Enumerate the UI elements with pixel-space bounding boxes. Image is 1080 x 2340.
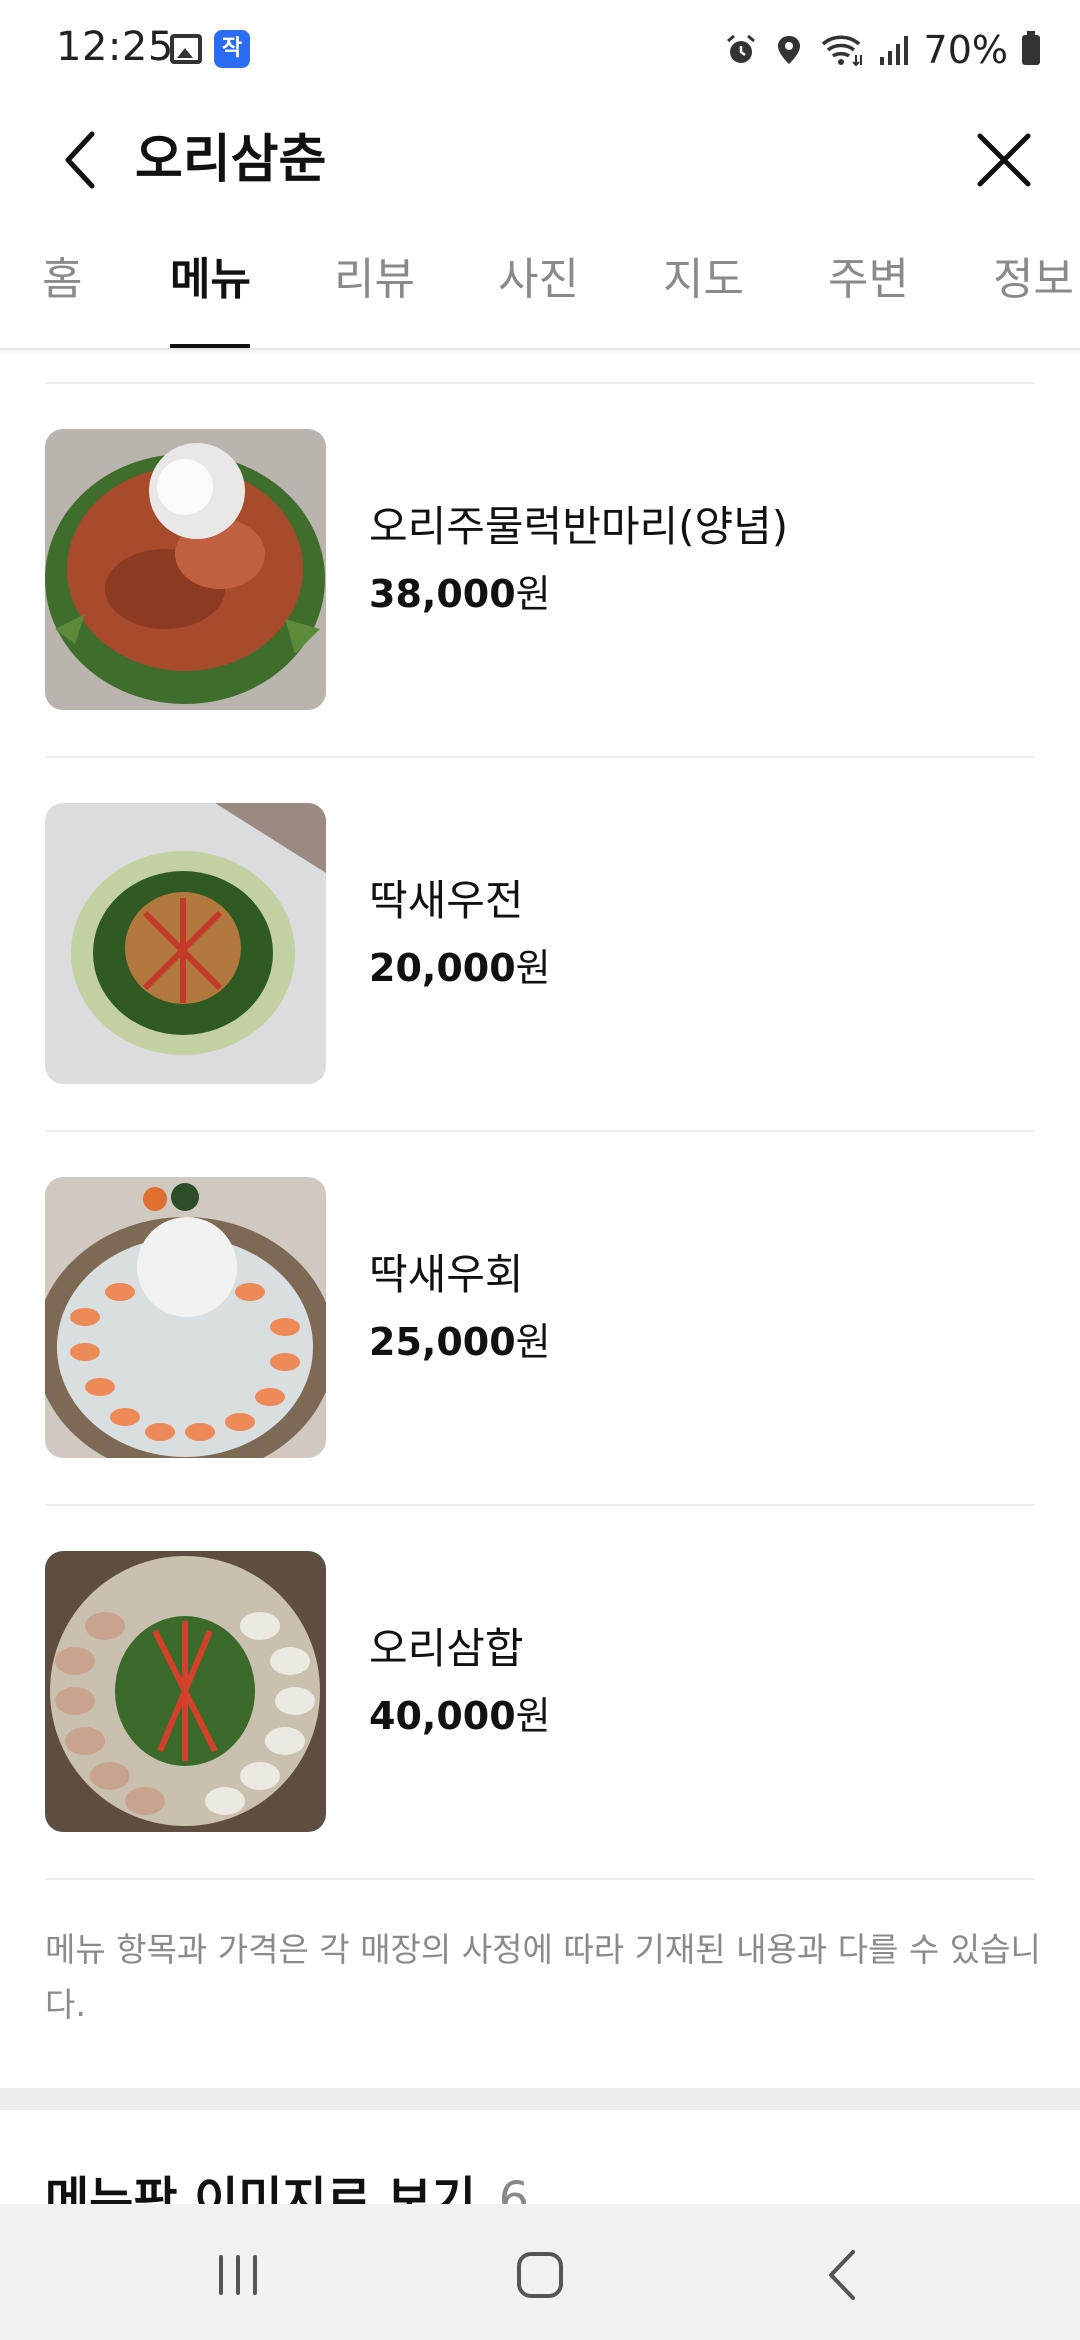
- recent-apps-icon: [219, 2255, 257, 2295]
- section-divider: [0, 2088, 1080, 2110]
- menu-item[interactable]: 딱새우전 20,000원: [45, 758, 1035, 1132]
- app-header: 오리삼춘: [0, 100, 1080, 220]
- close-button[interactable]: [964, 115, 1044, 205]
- close-icon: [977, 133, 1031, 187]
- battery-icon: [1022, 31, 1040, 65]
- recent-apps-button[interactable]: [193, 2240, 283, 2310]
- menu-item-price: 38,000원: [369, 572, 551, 616]
- gallery-icon: [170, 34, 202, 64]
- home-button[interactable]: [495, 2240, 585, 2310]
- home-icon: [517, 2252, 563, 2298]
- nav-back-button[interactable]: [798, 2240, 888, 2310]
- status-icons: 70%: [724, 24, 1040, 76]
- status-time: 12:25: [56, 24, 174, 70]
- menu-photo: [45, 803, 326, 1084]
- menu-photo: [45, 1177, 326, 1458]
- tab-map[interactable]: 지도: [663, 250, 744, 310]
- back-icon: [829, 2250, 855, 2300]
- battery-percent: 70%: [923, 28, 1008, 72]
- chevron-left-icon: [65, 131, 95, 189]
- tab-home[interactable]: 홈: [42, 250, 82, 310]
- menu-item-price: 40,000원: [369, 1694, 551, 1738]
- system-nav-bar: [0, 2204, 1080, 2340]
- tab-bar: 홈 메뉴 리뷰 사진 지도 주변 정보: [0, 230, 1080, 350]
- menu-photo: [45, 1551, 326, 1832]
- tab-photo[interactable]: 사진: [498, 250, 579, 310]
- menu-item[interactable]: 오리주물럭반마리(양념) 38,000원: [45, 384, 1035, 758]
- menu-item-price: 25,000원: [369, 1320, 551, 1364]
- menu-notice: 메뉴 항목과 가격은 각 매장의 사정에 따라 기재된 내용과 다를 수 있습니…: [45, 1930, 1041, 2024]
- tab-review[interactable]: 리뷰: [334, 250, 415, 310]
- menu-item-name: 오리삼합: [369, 1624, 524, 1673]
- wifi-icon: [821, 35, 862, 67]
- tab-info[interactable]: 정보: [993, 250, 1074, 310]
- location-icon: [777, 36, 800, 64]
- menu-item-name: 딱새우회: [369, 1250, 524, 1299]
- tab-menu[interactable]: 메뉴: [170, 250, 251, 310]
- back-button[interactable]: [40, 115, 120, 205]
- signal-icon: [879, 36, 908, 65]
- app-badge-icon: 작: [214, 30, 250, 68]
- alarm-icon: [726, 34, 755, 63]
- page-title: 오리삼춘: [135, 130, 327, 190]
- tab-nearby[interactable]: 주변: [828, 250, 909, 310]
- menu-photo: [45, 429, 326, 710]
- menu-list: 오리주물럭반마리(양념) 38,000원 딱새우전 20,000원 딱새우회 2…: [45, 382, 1035, 1880]
- menu-item-name: 딱새우전: [369, 876, 524, 925]
- menu-item-price: 20,000원: [369, 946, 551, 990]
- active-tab-indicator: [170, 344, 250, 348]
- status-bar: 12:25 작 70%: [0, 0, 1080, 100]
- menu-item-name: 오리주물럭반마리(양념): [369, 502, 789, 551]
- menu-item[interactable]: 딱새우회 25,000원: [45, 1132, 1035, 1506]
- menu-item[interactable]: 오리삼합 40,000원: [45, 1506, 1035, 1880]
